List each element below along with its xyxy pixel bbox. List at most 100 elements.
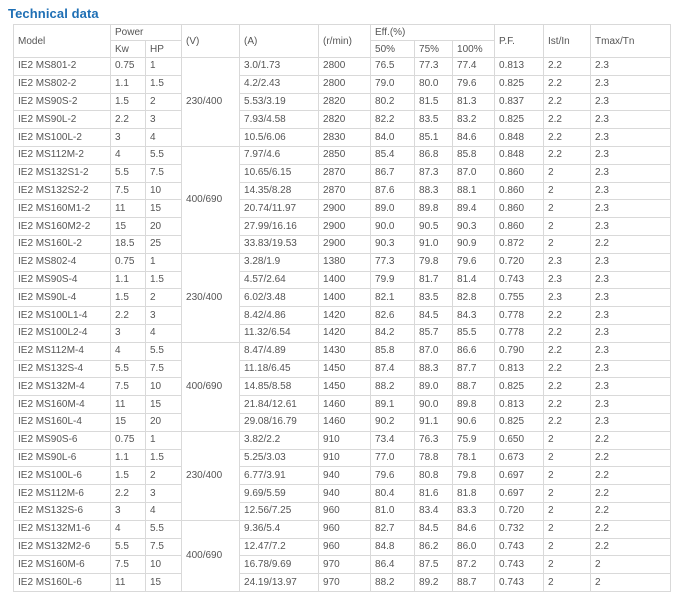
cell-speed: 970 — [319, 574, 371, 592]
cell-eff-100: 84.3 — [453, 307, 495, 325]
cell-speed: 960 — [319, 538, 371, 556]
cell-kw: 11 — [111, 200, 146, 218]
cell-kw: 2.2 — [111, 111, 146, 129]
cell-kw: 3 — [111, 129, 146, 147]
table-row: IE2 MS100L1-42.238.42/4.86142082.684.584… — [14, 307, 671, 325]
cell-model: IE2 MS132S-4 — [14, 360, 111, 378]
cell-eff-50: 84.2 — [371, 324, 415, 342]
table-row: IE2 MS112M-445.5400/6908.47/4.89143085.8… — [14, 342, 671, 360]
cell-ist-in: 2 — [544, 449, 591, 467]
cell-power-factor: 0.825 — [495, 111, 544, 129]
header-voltage: (V) — [182, 25, 240, 58]
cell-eff-50: 87.4 — [371, 360, 415, 378]
cell-eff-50: 90.2 — [371, 413, 415, 431]
cell-kw: 3 — [111, 502, 146, 520]
page-title: Technical data — [8, 6, 99, 21]
cell-current: 12.56/7.25 — [240, 502, 319, 520]
table-header: Model Power (V) (A) (r/min) Eff.(%) P.F.… — [14, 25, 671, 58]
cell-model: IE2 MS132M-4 — [14, 378, 111, 396]
cell-eff-50: 79.6 — [371, 467, 415, 485]
cell-eff-50: 73.4 — [371, 431, 415, 449]
cell-ist-in: 2.3 — [544, 253, 591, 271]
cell-tmax-tn: 2.2 — [591, 538, 671, 556]
cell-power-factor: 0.697 — [495, 485, 544, 503]
cell-eff-50: 79.0 — [371, 75, 415, 93]
cell-ist-in: 2 — [544, 485, 591, 503]
cell-current: 5.25/3.03 — [240, 449, 319, 467]
cell-power-factor: 0.790 — [495, 342, 544, 360]
cell-model: IE2 MS90S-2 — [14, 93, 111, 111]
cell-speed: 1380 — [319, 253, 371, 271]
cell-power-factor: 0.743 — [495, 574, 544, 592]
cell-tmax-tn: 2.3 — [591, 182, 671, 200]
cell-kw: 0.75 — [111, 431, 146, 449]
cell-model: IE2 MS90S-4 — [14, 271, 111, 289]
cell-eff-100: 84.6 — [453, 520, 495, 538]
cell-kw: 7.5 — [111, 556, 146, 574]
cell-current: 11.32/6.54 — [240, 324, 319, 342]
cell-eff-50: 89.0 — [371, 200, 415, 218]
cell-current: 3.82/2.2 — [240, 431, 319, 449]
cell-eff-100: 85.8 — [453, 146, 495, 164]
cell-kw: 0.75 — [111, 58, 146, 76]
cell-tmax-tn: 2.3 — [591, 342, 671, 360]
cell-current: 4.2/2.43 — [240, 75, 319, 93]
cell-hp: 25 — [146, 235, 182, 253]
cell-eff-100: 87.7 — [453, 360, 495, 378]
cell-eff-100: 89.4 — [453, 200, 495, 218]
cell-eff-50: 88.2 — [371, 378, 415, 396]
cell-eff-50: 90.0 — [371, 218, 415, 236]
cell-tmax-tn: 2.3 — [591, 360, 671, 378]
cell-speed: 2850 — [319, 146, 371, 164]
cell-eff-75: 88.3 — [415, 182, 453, 200]
cell-eff-75: 79.8 — [415, 253, 453, 271]
cell-voltage: 400/690 — [182, 520, 240, 591]
cell-current: 3.0/1.73 — [240, 58, 319, 76]
cell-eff-50: 82.1 — [371, 289, 415, 307]
cell-power-factor: 0.813 — [495, 396, 544, 414]
cell-eff-100: 90.6 — [453, 413, 495, 431]
cell-power-factor: 0.848 — [495, 146, 544, 164]
cell-model: IE2 MS132M1-6 — [14, 520, 111, 538]
cell-power-factor: 0.860 — [495, 218, 544, 236]
cell-ist-in: 2.2 — [544, 378, 591, 396]
cell-power-factor: 0.778 — [495, 307, 544, 325]
cell-ist-in: 2.2 — [544, 58, 591, 76]
cell-eff-50: 85.4 — [371, 146, 415, 164]
cell-kw: 15 — [111, 413, 146, 431]
cell-speed: 2800 — [319, 75, 371, 93]
cell-ist-in: 2.2 — [544, 324, 591, 342]
cell-voltage: 230/400 — [182, 58, 240, 147]
cell-power-factor: 0.860 — [495, 182, 544, 200]
cell-tmax-tn: 2.2 — [591, 485, 671, 503]
cell-tmax-tn: 2 — [591, 556, 671, 574]
cell-ist-in: 2 — [544, 467, 591, 485]
cell-ist-in: 2 — [544, 556, 591, 574]
cell-ist-in: 2.2 — [544, 146, 591, 164]
cell-speed: 960 — [319, 502, 371, 520]
cell-kw: 4 — [111, 342, 146, 360]
table-row: IE2 MS160M-4111521.84/12.61146089.190.08… — [14, 396, 671, 414]
cell-model: IE2 MS160L-6 — [14, 574, 111, 592]
cell-kw: 4 — [111, 146, 146, 164]
cell-eff-50: 77.0 — [371, 449, 415, 467]
cell-tmax-tn: 2.3 — [591, 218, 671, 236]
cell-current: 24.19/13.97 — [240, 574, 319, 592]
cell-speed: 2900 — [319, 235, 371, 253]
cell-eff-100: 81.8 — [453, 485, 495, 503]
cell-eff-75: 81.6 — [415, 485, 453, 503]
cell-speed: 1460 — [319, 396, 371, 414]
cell-current: 21.84/12.61 — [240, 396, 319, 414]
cell-ist-in: 2 — [544, 164, 591, 182]
cell-speed: 2820 — [319, 93, 371, 111]
header-eff-50: 50% — [371, 41, 415, 58]
cell-tmax-tn: 2.3 — [591, 200, 671, 218]
cell-model: IE2 MS112M-2 — [14, 146, 111, 164]
cell-eff-75: 87.0 — [415, 342, 453, 360]
cell-eff-100: 75.9 — [453, 431, 495, 449]
cell-speed: 910 — [319, 449, 371, 467]
cell-kw: 3 — [111, 324, 146, 342]
cell-hp: 15 — [146, 574, 182, 592]
cell-eff-75: 85.7 — [415, 324, 453, 342]
cell-eff-75: 91.0 — [415, 235, 453, 253]
